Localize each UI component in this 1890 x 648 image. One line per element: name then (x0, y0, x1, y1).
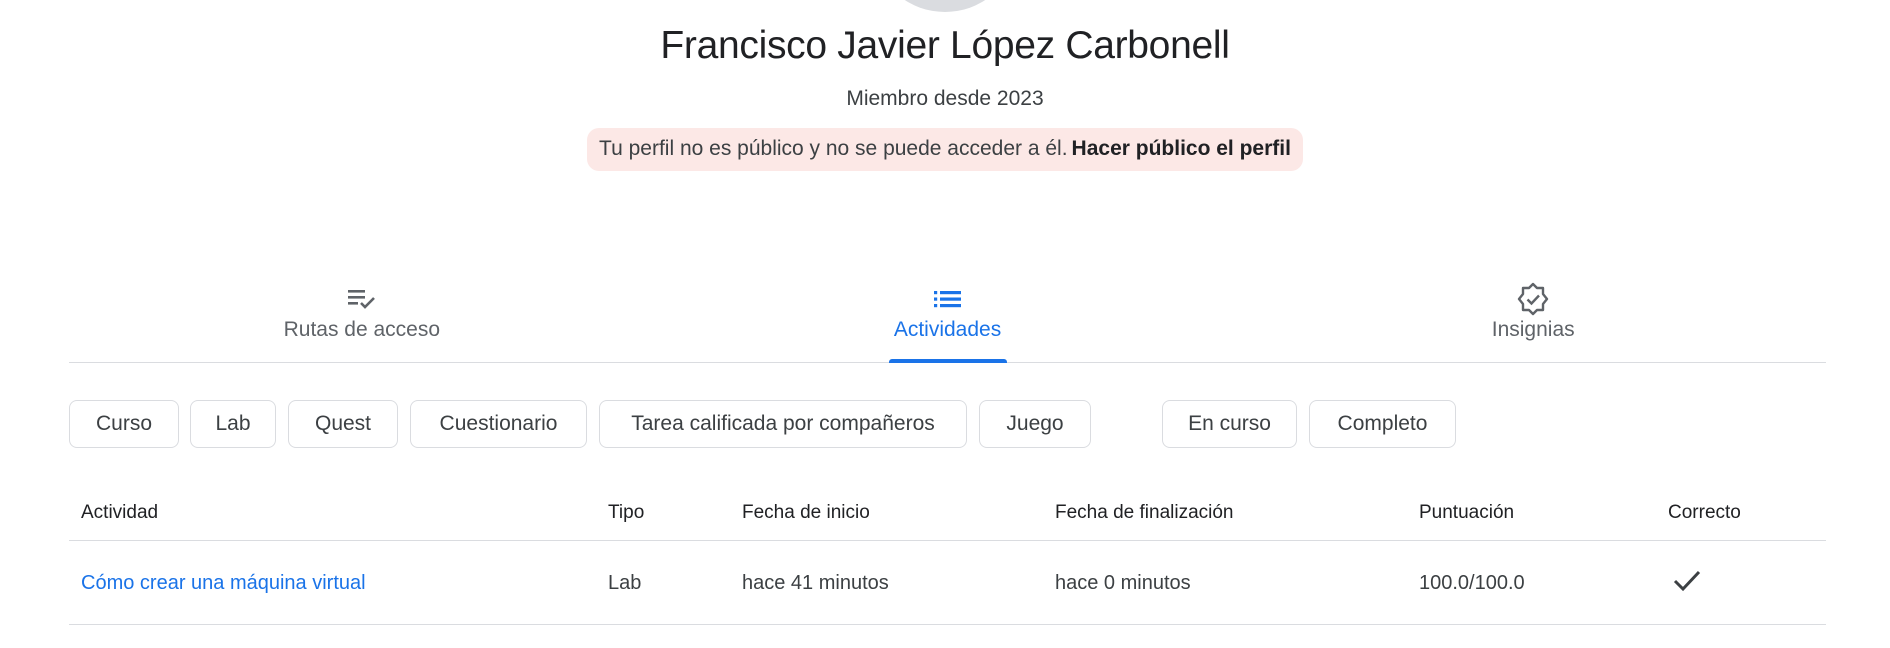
filter-chip-en-curso[interactable]: En curso (1162, 400, 1297, 448)
profile-name: Francisco Javier López Carbonell (660, 24, 1230, 67)
member-since: Miembro desde 2023 (846, 87, 1044, 110)
filter-chip-cuestionario[interactable]: Cuestionario (410, 400, 587, 448)
column-header-tipo: Tipo (608, 502, 645, 523)
activity-type: Lab (608, 572, 642, 594)
check-icon (1672, 568, 1702, 599)
tab-label: Rutas de acceso (283, 318, 441, 341)
verified-badge-icon (1516, 282, 1550, 316)
filter-chip-lab[interactable]: Lab (190, 400, 276, 448)
column-header-fecha-inicio: Fecha de inicio (742, 502, 870, 523)
column-header-correcto: Correcto (1668, 502, 1741, 523)
privacy-notice: Tu perfil no es público y no se puede ac… (587, 128, 1303, 171)
activity-link[interactable]: Cómo crear una máquina virtual (81, 572, 366, 595)
filter-chip-quest[interactable]: Quest (288, 400, 398, 448)
table-divider (69, 624, 1826, 625)
filter-chip-juego[interactable]: Juego (979, 400, 1091, 448)
start-date: hace 41 minutos (742, 572, 889, 594)
score: 100.0/100.0 (1419, 572, 1525, 594)
filter-chip-tarea-calificada[interactable]: Tarea calificada por compañeros (599, 400, 967, 448)
filter-chip-completo[interactable]: Completo (1309, 400, 1456, 448)
tab-rutas-de-acceso[interactable]: Rutas de acceso (69, 276, 655, 362)
tab-actividades[interactable]: Actividades (655, 276, 1241, 363)
column-header-puntuacion: Puntuación (1419, 502, 1515, 523)
make-profile-public-link[interactable]: Hacer público el perfil (1072, 137, 1291, 160)
table-divider (69, 540, 1826, 541)
end-date: hace 0 minutos (1055, 572, 1191, 594)
profile-tabs: Rutas de acceso Actividades Insignias (69, 276, 1826, 363)
list-icon (933, 282, 963, 316)
column-header-fecha-finalizacion: Fecha de finalización (1055, 502, 1234, 523)
tab-label: Insignias (1491, 318, 1575, 341)
tab-insignias[interactable]: Insignias (1240, 276, 1826, 362)
privacy-notice-text: Tu perfil no es público y no se puede ac… (599, 137, 1068, 160)
tab-label: Actividades (893, 318, 1002, 341)
column-header-actividad: Actividad (81, 502, 159, 523)
avatar (880, 0, 1010, 12)
playlist-check-icon (347, 282, 377, 316)
filter-chip-curso[interactable]: Curso (69, 400, 179, 448)
